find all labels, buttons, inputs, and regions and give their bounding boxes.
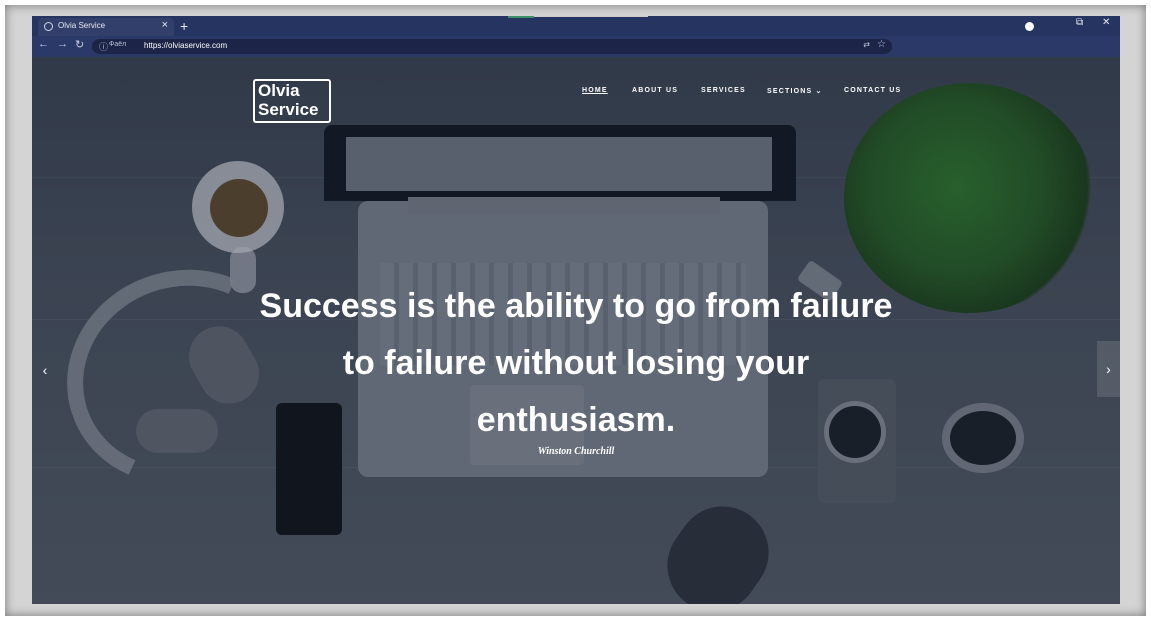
restore-icon[interactable]: ⧉	[1076, 17, 1083, 28]
close-icon[interactable]: ×	[162, 19, 168, 31]
tab-strip: Olvia Service × + ⧉ ✕	[32, 16, 1120, 36]
star-icon[interactable]: ☆	[877, 39, 886, 50]
profile-icon[interactable]	[1025, 22, 1034, 31]
browser-tab[interactable]: Olvia Service ×	[38, 18, 174, 36]
nav-sections[interactable]: Sections ⌄	[767, 87, 823, 95]
logo-line-1: Olvia	[258, 81, 300, 100]
plus-icon[interactable]: +	[180, 16, 188, 36]
back-icon[interactable]: ←	[38, 38, 49, 50]
nav-about-us[interactable]: About Us	[632, 87, 678, 94]
quote-author: Winston Churchill	[537, 446, 615, 457]
slider-prev-arrow[interactable]: ‹	[36, 357, 54, 383]
globe-icon	[44, 22, 53, 31]
site-logo[interactable]: Olvia Service	[253, 79, 331, 123]
translate-icon[interactable]: ⇄	[863, 40, 870, 49]
nav-home[interactable]: Home	[582, 87, 608, 94]
tab-title: Olvia Service	[58, 21, 106, 30]
slider-next-arrow[interactable]: ›	[1097, 341, 1120, 397]
nav-contact-us[interactable]: Contact Us	[844, 87, 901, 94]
logo-line-2: Service	[258, 100, 319, 119]
tab-indicator	[508, 16, 534, 18]
window-close-icon[interactable]: ✕	[1102, 17, 1110, 28]
url-text[interactable]: https://olviaservice.com	[144, 41, 227, 50]
nav-sections-label: Sections	[767, 88, 813, 95]
site-security-label: Фаёл	[109, 41, 127, 48]
browser-window: Olvia Service × + ⧉ ✕ ← → ↻ ⓘ Фаёл https…	[32, 16, 1120, 604]
chevron-down-icon: ⌄	[815, 88, 823, 95]
info-icon[interactable]: ⓘ	[99, 40, 108, 53]
address-bar[interactable]: ⓘ Фаёл https://olviaservice.com ⇄ ☆	[92, 39, 892, 54]
nav-services[interactable]: Services	[701, 87, 746, 94]
forward-icon[interactable]: →	[57, 38, 68, 50]
reload-icon[interactable]: ↻	[75, 38, 84, 51]
web-page: Olvia Service Home About Us Services Sec…	[32, 57, 1120, 604]
hero-quote: Success is the ability to go from failur…	[259, 287, 893, 439]
browser-toolbar: ← → ↻ ⓘ Фаёл https://olviaservice.com ⇄ …	[32, 36, 1120, 57]
